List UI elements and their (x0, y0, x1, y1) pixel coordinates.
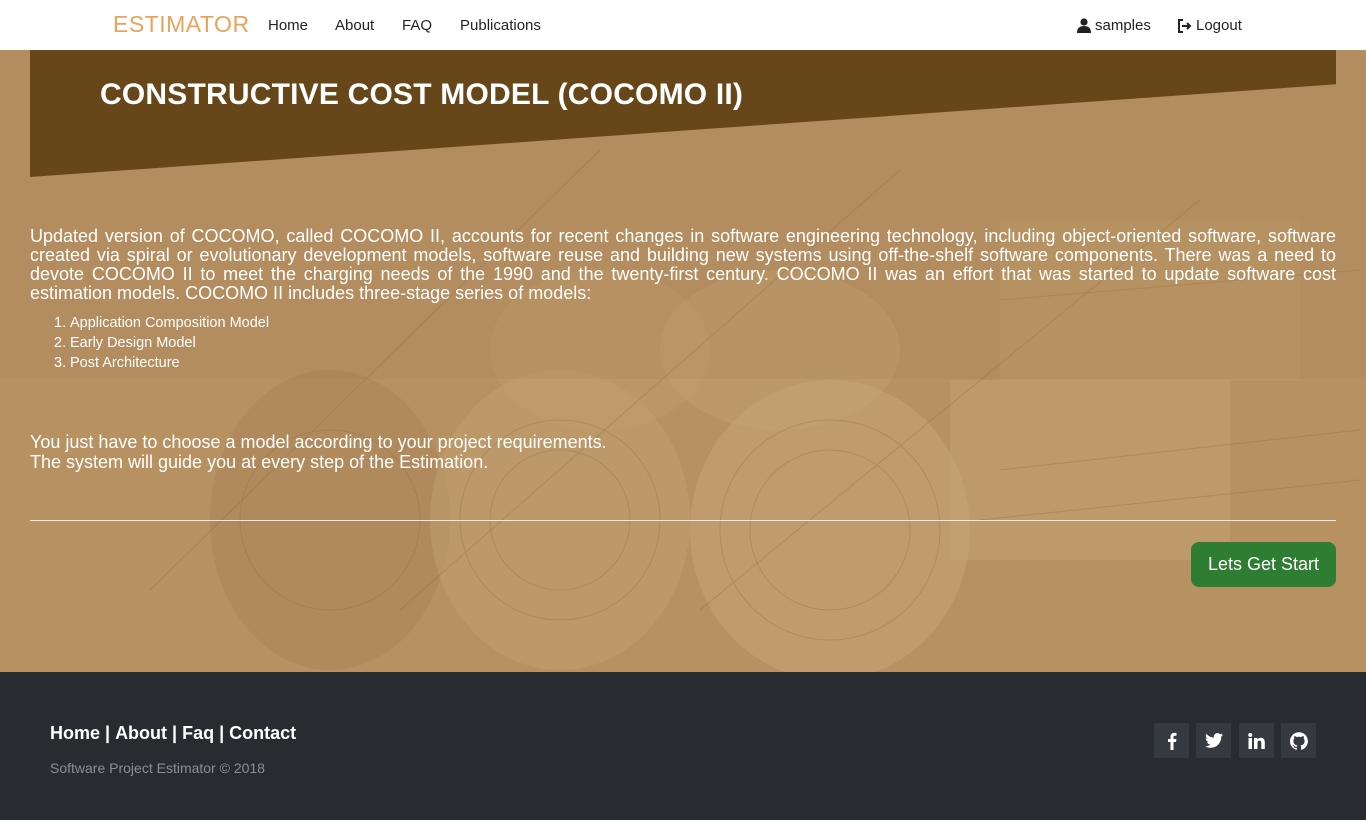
user-name: samples (1095, 17, 1151, 34)
twitter-button[interactable] (1196, 723, 1231, 758)
github-button[interactable] (1281, 723, 1316, 758)
list-item: 3. Post Architecture (54, 354, 269, 374)
footer: Home | About | Faq | Contact Software Pr… (0, 672, 1366, 820)
divider (30, 520, 1336, 521)
linkedin-icon (1248, 732, 1265, 749)
list-item-label: Application Composition Model (70, 315, 270, 331)
nav-home-link[interactable]: Home (268, 17, 308, 34)
guide-line: The system will guide you at every step … (30, 452, 489, 472)
guide-text: You just have to choose a model accordin… (30, 432, 607, 472)
nav-publications-link[interactable]: Publications (460, 17, 541, 34)
logout-icon (1178, 18, 1192, 33)
copyright-text: Software Project Estimator © 2018 (50, 760, 265, 776)
github-icon (1289, 731, 1308, 750)
linkedin-button[interactable] (1239, 723, 1274, 758)
nav-faq-link[interactable]: FAQ (402, 17, 432, 34)
list-item-label: Early Design Model (70, 335, 196, 351)
top-navbar: ESTIMATOR Home About FAQ Publications sa… (0, 0, 1366, 50)
twitter-icon (1204, 733, 1223, 748)
footer-about-link[interactable]: About (115, 723, 167, 744)
list-item-number: 3. (54, 355, 67, 371)
list-item: 1. Application Composition Model (54, 314, 270, 334)
list-item-number: 2. (54, 335, 67, 351)
user-icon (1077, 18, 1091, 33)
nav-user-link[interactable]: samples (1077, 17, 1151, 34)
facebook-icon (1167, 732, 1176, 750)
guide-line: You just have to choose a model accordin… (30, 432, 607, 452)
footer-home-link[interactable]: Home (50, 723, 100, 744)
get-started-button[interactable]: Lets Get Start (1191, 542, 1336, 587)
page-title: CONSTRUCTIVE COST MODEL (COCOMO II) (100, 78, 744, 111)
nav-about-link[interactable]: About (335, 17, 374, 34)
intro-paragraph: Updated version of COCOMO, called COCOMO… (30, 226, 1336, 303)
footer-separator: | (105, 723, 111, 743)
list-item-number: 1. (54, 315, 67, 331)
footer-separator: | (172, 723, 178, 743)
logout-label: Logout (1196, 17, 1242, 34)
brand-logo[interactable]: ESTIMATOR (113, 11, 250, 38)
hero-section: CONSTRUCTIVE COST MODEL (COCOMO II) Upda… (0, 50, 1366, 672)
list-item: 2. Early Design Model (54, 334, 269, 354)
list-item-label: Post Architecture (70, 355, 180, 371)
nav-logout-link[interactable]: Logout (1177, 17, 1242, 34)
footer-faq-link[interactable]: Faq (182, 723, 214, 744)
footer-links: Home | About | Faq | Contact (50, 723, 296, 744)
model-list: 1. Application Composition Model 2. Earl… (54, 314, 270, 374)
footer-separator: | (219, 723, 225, 743)
facebook-button[interactable] (1154, 723, 1189, 758)
footer-contact-link[interactable]: Contact (229, 723, 296, 744)
